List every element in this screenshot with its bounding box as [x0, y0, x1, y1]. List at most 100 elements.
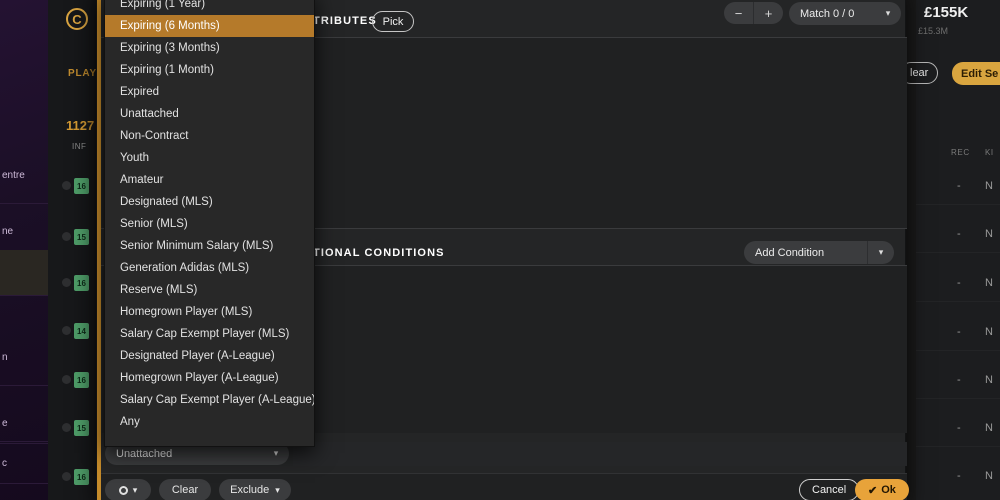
table-cell-rec: -: [957, 326, 961, 338]
background-edit-search-button[interactable]: Edit Se: [952, 62, 1000, 85]
gear-icon: [118, 485, 128, 495]
table-cell-ki: N: [985, 228, 993, 240]
background-rating-chip: 16: [74, 372, 89, 388]
contract-status-dropdown-list[interactable]: Expiring (1 Year) Expiring (6 Months) Expi…: [104, 0, 315, 447]
dropdown-option-label: Expired: [120, 86, 159, 98]
filter-row-spacer: [293, 442, 907, 466]
exclude-dropdown[interactable]: Exclude ▾: [219, 479, 291, 500]
dropdown-option[interactable]: Generation Adidas (MLS): [105, 257, 314, 279]
dropdown-option-label: Expiring (3 Months): [120, 42, 220, 54]
background-count-label: 1127: [66, 118, 95, 133]
dropdown-option-label: Expiring (1 Month): [120, 64, 214, 76]
dropdown-option[interactable]: Expiring (3 Months): [105, 37, 314, 59]
dropdown-option-label: Homegrown Player (A-League): [120, 372, 279, 384]
table-row-divider: [916, 252, 1000, 253]
match-count-value: Match 0 / 0: [800, 7, 855, 20]
background-row-dot-icon: [62, 278, 71, 287]
dropdown-option-label: Salary Cap Exempt Player (MLS): [120, 328, 290, 340]
dropdown-option[interactable]: Youth: [105, 147, 314, 169]
background-row-dot-icon: [62, 472, 71, 481]
dropdown-option[interactable]: Expiring (1 Month): [105, 59, 314, 81]
app-screenshot: entre ne n e c C PLAY 1127 INF 16 15 16 …: [0, 0, 1000, 500]
app-logo-glyph: C: [72, 11, 82, 27]
chevron-down-icon: ▾: [275, 484, 280, 495]
ok-button[interactable]: ✔ Ok: [855, 479, 909, 500]
value-stepper[interactable]: − +: [724, 2, 783, 24]
stepper-increment-button[interactable]: +: [753, 2, 783, 24]
dropdown-option[interactable]: Designated (MLS): [105, 191, 314, 213]
dropdown-option[interactable]: Expiring (6 Months): [105, 15, 314, 37]
conditions-section-header: TIONAL CONDITIONS: [313, 247, 445, 259]
table-cell-ki: N: [985, 180, 993, 192]
chevron-down-icon: ▾: [132, 484, 138, 495]
table-cell-rec: -: [957, 470, 961, 482]
dropdown-option[interactable]: Reserve (MLS): [105, 279, 314, 301]
settings-gear-button[interactable]: ▾: [105, 479, 151, 500]
dropdown-option[interactable]: Senior Minimum Salary (MLS): [105, 235, 314, 257]
app-logo-icon: C: [66, 8, 88, 30]
dropdown-option-label: Designated (MLS): [120, 196, 213, 208]
background-rating-chip: 16: [74, 469, 89, 485]
dropdown-option-label: Senior (MLS): [120, 218, 188, 230]
table-cell-rec: -: [957, 228, 961, 240]
cancel-button[interactable]: Cancel: [799, 479, 860, 500]
dropdown-option[interactable]: Non-Contract: [105, 125, 314, 147]
dropdown-option[interactable]: Amateur: [105, 169, 314, 191]
dropdown-option-label: Any: [120, 416, 140, 428]
dropdown-option[interactable]: Salary Cap Exempt Player (A-League): [105, 389, 314, 411]
dropdown-option-label: Salary Cap Exempt Player (A-League): [120, 394, 315, 406]
table-row-divider: [916, 398, 1000, 399]
table-cell-rec: -: [957, 277, 961, 289]
background-purple-row-label: entre: [2, 170, 25, 181]
background-purple-row-label: n: [2, 352, 8, 363]
dropdown-option-label: Designated Player (A-League): [120, 350, 275, 362]
background-row-dot-icon: [62, 232, 71, 241]
dropdown-option[interactable]: Expiring (1 Year): [105, 0, 314, 15]
table-cell-rec: -: [957, 180, 961, 192]
match-count-dropdown[interactable]: Match 0 / 0 ▾: [789, 2, 901, 25]
dropdown-option-label: Homegrown Player (MLS): [120, 306, 253, 318]
chevron-down-icon: ▾: [273, 448, 279, 458]
dropdown-option-label: Non-Contract: [120, 130, 189, 142]
add-condition-dropdown[interactable]: Add Condition ▾: [744, 241, 894, 264]
column-header-rec: REC: [951, 148, 970, 157]
dropdown-option[interactable]: Designated Player (A-League): [105, 345, 314, 367]
dialog-accent-bar: [97, 0, 101, 500]
attributes-section-header: TRIBUTES: [313, 15, 377, 27]
background-purple-row-label: e: [2, 418, 8, 429]
check-icon: ✔: [868, 484, 878, 497]
pick-button[interactable]: Pick: [372, 11, 414, 32]
dropdown-option-label: Generation Adidas (MLS): [120, 262, 250, 274]
background-rating-chip: 15: [74, 229, 89, 245]
table-cell-rec: -: [957, 422, 961, 434]
dropdown-option[interactable]: Any: [105, 411, 314, 433]
table-row-divider: [916, 350, 1000, 351]
background-purple-row-label: ne: [2, 226, 14, 237]
dropdown-option-label: Expiring (6 Months): [120, 20, 220, 32]
dropdown-option[interactable]: Homegrown Player (A-League): [105, 367, 314, 389]
exclude-label: Exclude: [230, 484, 270, 496]
table-row-divider: [916, 204, 1000, 205]
dropdown-option[interactable]: Expired: [105, 81, 314, 103]
dropdown-option[interactable]: Homegrown Player (MLS): [105, 301, 314, 323]
dropdown-option[interactable]: Salary Cap Exempt Player (MLS): [105, 323, 314, 345]
background-row-dot-icon: [62, 423, 71, 432]
dropdown-option[interactable]: Senior (MLS): [105, 213, 314, 235]
background-players-label: PLAY: [68, 68, 97, 79]
budget-value: £155K: [924, 4, 969, 21]
budget-subvalue: £15.3M: [918, 26, 949, 36]
dropdown-option-label: Unattached: [120, 108, 179, 120]
background-row-dot-icon: [62, 181, 71, 190]
dropdown-option-label: Amateur: [120, 174, 164, 186]
table-row-divider: [916, 446, 1000, 447]
chevron-down-icon: ▾: [867, 241, 894, 264]
background-rating-chip: 16: [74, 178, 89, 194]
clear-button[interactable]: Clear: [159, 479, 211, 500]
dropdown-option[interactable]: Unattached: [105, 103, 314, 125]
background-purple-row-label: c: [2, 458, 7, 469]
dropdown-option-label: Reserve (MLS): [120, 284, 198, 296]
stepper-decrement-button[interactable]: −: [724, 2, 753, 24]
table-row-divider: [916, 301, 1000, 302]
table-cell-rec: -: [957, 374, 961, 386]
background-inf-label: INF: [72, 142, 87, 151]
